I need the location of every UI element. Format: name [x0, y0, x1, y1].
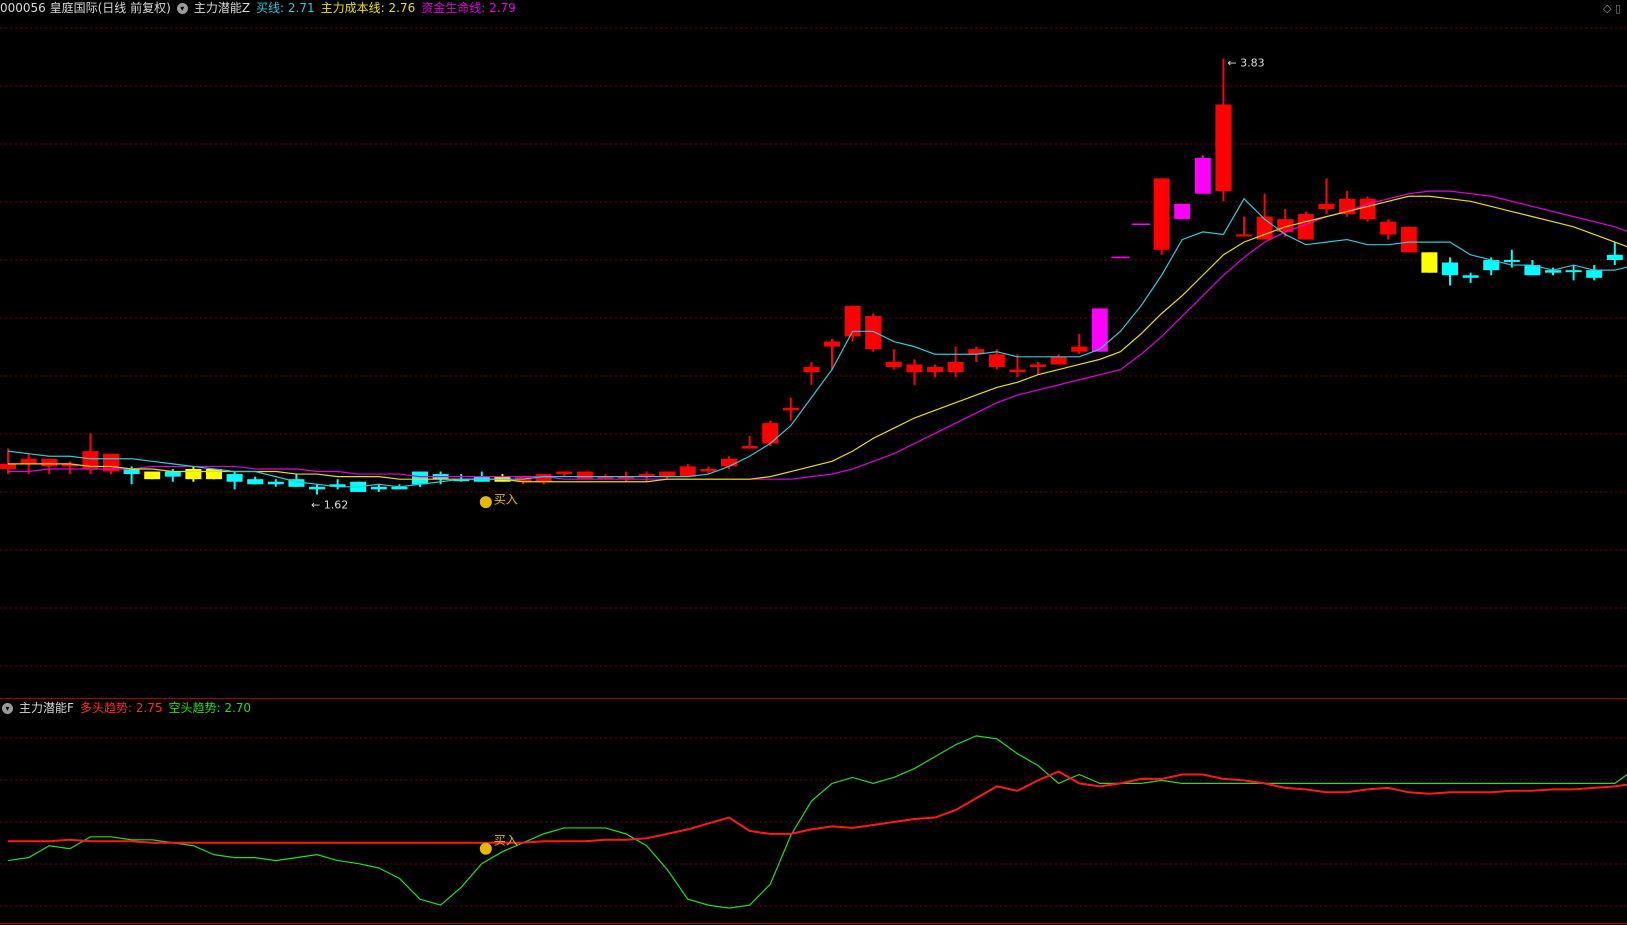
high-price-label: ← 3.83 — [1227, 57, 1264, 70]
candle-body — [226, 474, 243, 482]
main-candlestick-chart[interactable]: ← 3.83 ← 1.62 买入 — [0, 18, 1627, 698]
chevron-down-icon[interactable]: ▾ — [176, 2, 188, 14]
candle-body — [1009, 369, 1026, 373]
buy-signal-label: 买入 — [494, 833, 518, 847]
candle-body — [1153, 178, 1170, 250]
sub-indicator-chart[interactable]: 买入 — [0, 718, 1627, 923]
money-bag-icon — [479, 842, 492, 855]
bear-trend-value: 空头趋势: 2.70 — [168, 701, 252, 715]
candle-body — [1606, 254, 1623, 260]
candle-body — [41, 458, 58, 467]
candle-body — [556, 471, 573, 475]
cost-line — [8, 195, 1627, 483]
cost-line-value: 主力成本线: 2.76 — [320, 1, 416, 15]
stock-title[interactable]: 000056 皇庭国际(日线 前复权) — [0, 0, 171, 16]
sub-chart-header: ▾ 主力潜能F 多头趋势: 2.75 空头趋势: 2.70 — [2, 700, 257, 716]
candle-body — [700, 468, 717, 472]
candle-body — [247, 479, 264, 485]
bull-trend-value: 多头趋势: 2.75 — [79, 701, 163, 715]
candle-body — [1091, 308, 1108, 352]
candle-body — [1236, 234, 1252, 237]
candle-body — [865, 316, 882, 350]
candle-body — [782, 407, 799, 411]
candle-body — [721, 458, 737, 467]
indicator-name[interactable]: 主力潜能Z — [194, 0, 250, 16]
candle-body — [1586, 270, 1603, 278]
buy-signal-label: 买入 — [494, 493, 518, 507]
candle-body — [1503, 259, 1520, 262]
candle-body — [20, 458, 37, 464]
candle-body — [988, 354, 1005, 368]
candle-body — [824, 341, 840, 347]
candle-body — [123, 468, 140, 475]
buy-line — [7, 197, 1627, 488]
chevron-down-icon[interactable]: ▾ — [2, 702, 13, 714]
candle-body — [1359, 198, 1376, 220]
candle-body — [1194, 158, 1211, 194]
candle-body — [1565, 270, 1582, 273]
low-price-label: ← 1.62 — [311, 498, 348, 511]
panel-divider — [0, 698, 1627, 699]
candle-body — [885, 361, 902, 368]
candle-body — [1030, 364, 1046, 368]
main-chart-header: 000056 皇庭国际(日线 前复权) ▾ 主力潜能Z 买线: 2.71 主力成… — [0, 0, 522, 16]
candle-body — [947, 361, 964, 373]
bull-trend-line — [8, 770, 1627, 844]
candle-body — [267, 481, 284, 485]
sub-indicator-name[interactable]: 主力潜能F — [19, 700, 74, 716]
candle-body — [1462, 275, 1479, 278]
candle-body — [1421, 252, 1438, 273]
money-bag-icon — [479, 496, 492, 509]
candle-body — [144, 471, 161, 480]
candle-body — [1050, 356, 1067, 365]
candle-body — [1318, 203, 1335, 209]
diamond-icon[interactable]: ◇ ▯ — [1603, 2, 1621, 15]
candle-body — [1400, 226, 1417, 253]
candle-body — [679, 466, 696, 477]
candle-body — [309, 486, 325, 490]
candle-body — [1380, 221, 1397, 235]
bottom-border — [0, 923, 1627, 924]
candle-body — [206, 468, 222, 480]
candle-body — [906, 364, 923, 373]
candle-body — [370, 486, 387, 490]
candle-body — [1442, 262, 1458, 276]
candle-body — [576, 471, 593, 480]
candle-body — [412, 471, 428, 485]
candle-body — [185, 468, 202, 480]
candle-body — [762, 423, 779, 444]
life-line-value: 资金生命线: 2.79 — [421, 1, 516, 15]
candle-body — [164, 471, 181, 477]
candle-body — [803, 367, 820, 373]
candle-body — [741, 446, 758, 449]
buy-line-value: 买线: 2.71 — [256, 1, 315, 15]
candle-body — [1174, 203, 1191, 220]
candle-body — [927, 367, 943, 373]
candle-body — [1215, 104, 1232, 192]
candle-body — [1071, 346, 1088, 352]
candle-body — [659, 471, 676, 477]
candle-body — [0, 463, 16, 469]
